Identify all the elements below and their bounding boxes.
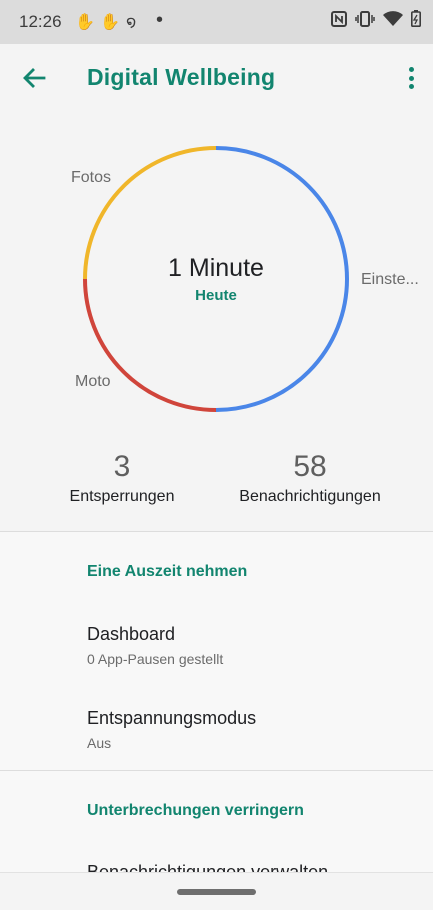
dot-icon: •: [156, 9, 164, 31]
back-button[interactable]: [18, 62, 50, 94]
list-item-dashboard[interactable]: Dashboard 0 App-Pausen gestellt: [0, 608, 433, 688]
section-header-unterbrechungen: Unterbrechungen verringern: [87, 802, 304, 819]
settings-list: Eine Auszeit nehmen Dashboard 0 App-Paus…: [0, 532, 433, 882]
notifications-count: 58: [293, 450, 327, 483]
notifications-stat[interactable]: 58 Benachrichtigungen: [220, 450, 400, 506]
unlocks-count: 3: [113, 450, 131, 483]
chart-label-fotos[interactable]: Fotos: [71, 169, 111, 187]
list-item-title: Dashboard: [87, 624, 176, 644]
section-header-auszeit: Eine Auszeit nehmen: [87, 563, 248, 580]
hand-icon: ✋: [75, 14, 95, 31]
divider: [0, 770, 433, 771]
arrow-left-icon: [23, 68, 46, 88]
notifications-label: Benachrichtigungen: [239, 488, 381, 505]
screen-time-period: Heute: [195, 287, 237, 304]
unlocks-label: Entsperrungen: [69, 488, 175, 505]
battery-icon: [411, 10, 421, 27]
wifi-icon: [383, 10, 403, 26]
page-title: Digital Wellbeing: [87, 64, 276, 90]
list-item-subtitle: 0 App-Pausen gestellt: [87, 651, 224, 667]
navigation-bar: [0, 872, 433, 910]
unlocks-stat[interactable]: 3 Entsperrungen: [42, 450, 202, 506]
more-options-button[interactable]: [403, 64, 419, 92]
swirl-icon: ໑: [126, 14, 137, 31]
more-vert-icon: [408, 67, 414, 72]
list-item-title: Entspannungsmodus: [87, 708, 257, 728]
hand-icon: ✋: [100, 14, 120, 31]
screen-time-value: 1 Minute: [168, 254, 264, 282]
nfc-icon: [331, 10, 347, 27]
status-time: 12:26: [19, 12, 62, 31]
list-item-subtitle: Aus: [87, 735, 112, 751]
status-bar: 12:26 ✋ ✋ ໑ •: [0, 0, 433, 44]
list-item-entspannungsmodus[interactable]: Entspannungsmodus Aus: [0, 692, 433, 772]
vibrate-icon: [355, 10, 375, 27]
status-icons: [331, 10, 421, 27]
app-bar: Digital Wellbeing: [0, 44, 433, 112]
usage-chart: Einste... Moto Fotos 1 Minute Heute: [0, 112, 433, 442]
home-gesture-handle[interactable]: [177, 889, 256, 895]
chart-label-moto[interactable]: Moto: [75, 373, 111, 391]
chart-label-einstellungen[interactable]: Einste...: [361, 271, 419, 289]
